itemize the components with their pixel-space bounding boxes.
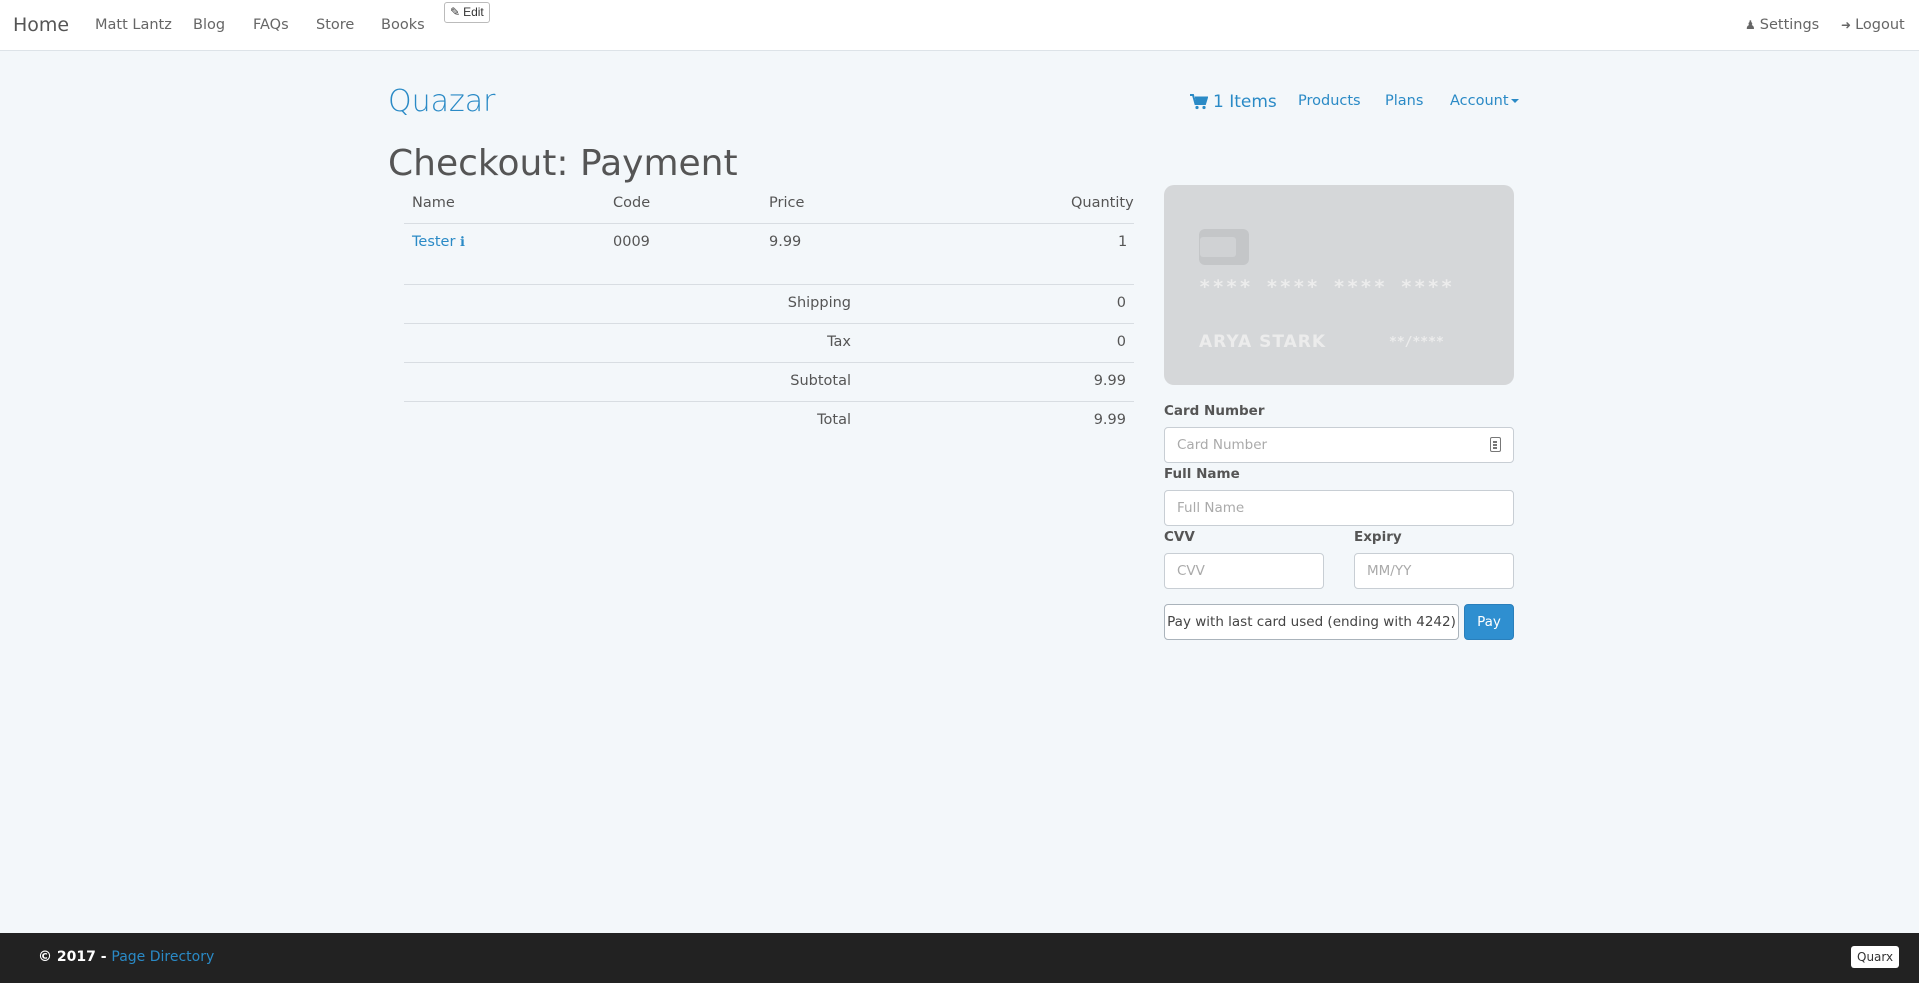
settings-label: Settings <box>1759 17 1820 33</box>
tax-label: Tax <box>827 334 851 350</box>
expiry-label: Expiry <box>1354 529 1402 545</box>
credit-card-icon <box>1490 437 1501 452</box>
product-name: Tester <box>412 234 456 250</box>
account-label: Account <box>1450 93 1509 109</box>
logout-link[interactable]: ➜ Logout <box>1841 17 1905 33</box>
card-expiry-display: **/**** <box>1389 335 1444 350</box>
pay-button[interactable]: Pay <box>1464 604 1514 640</box>
nav-link-matt-lantz[interactable]: Matt Lantz <box>95 17 172 33</box>
summary-divider <box>404 323 1134 324</box>
sign-out-icon: ➜ <box>1841 18 1852 32</box>
nav-link-books[interactable]: Books <box>381 17 425 33</box>
quarx-badge[interactable]: Quarx <box>1851 946 1900 968</box>
column-header-price: Price <box>769 195 805 211</box>
copyright-text: © 2017 - <box>38 949 107 965</box>
footer-copyright: © 2017 - Page Directory <box>38 949 214 965</box>
summary-divider <box>404 401 1134 402</box>
info-icon: ℹ <box>460 235 465 250</box>
card-holder-display: ARYA STARK <box>1199 332 1327 352</box>
pay-with-last-card-button[interactable]: Pay with last card used (ending with 424… <box>1164 604 1459 640</box>
summary-divider <box>404 362 1134 363</box>
home-link[interactable]: Home <box>13 14 69 36</box>
page-title: Checkout: Payment <box>388 143 738 184</box>
edit-button-label: Edit <box>463 5 484 19</box>
card-number-label: Card Number <box>1164 403 1265 419</box>
nav-link-blog[interactable]: Blog <box>193 17 225 33</box>
nav-link-store[interactable]: Store <box>316 17 354 33</box>
account-dropdown[interactable]: Account <box>1450 93 1519 109</box>
shopping-cart-icon <box>1190 94 1208 110</box>
settings-link[interactable]: ♟ Settings <box>1745 17 1819 33</box>
nav-link-faqs[interactable]: FAQs <box>253 17 289 33</box>
store-title[interactable]: Quazar <box>388 84 495 119</box>
product-code: 0009 <box>613 234 650 250</box>
cart-count-label: 1 Items <box>1213 92 1277 112</box>
edit-button[interactable]: ✎ Edit <box>444 2 490 23</box>
product-quantity: 1 <box>1118 234 1128 250</box>
column-header-quantity: Quantity <box>1071 195 1134 211</box>
column-header-code: Code <box>613 195 651 211</box>
user-icon: ♟ <box>1745 18 1756 32</box>
subtotal-label: Subtotal <box>790 373 851 389</box>
logout-label: Logout <box>1855 17 1905 33</box>
table-header-divider <box>404 223 1134 224</box>
total-value: 9.99 <box>1093 412 1126 428</box>
expiry-field[interactable] <box>1354 553 1514 589</box>
cvv-field[interactable] <box>1164 553 1324 589</box>
caret-down-icon <box>1510 99 1519 103</box>
product-price: 9.99 <box>769 234 802 250</box>
footer: © 2017 - Page Directory Quarx <box>0 933 1919 983</box>
shipping-label: Shipping <box>787 295 851 311</box>
full-name-label: Full Name <box>1164 466 1240 482</box>
column-header-name: Name <box>412 195 455 211</box>
card-number-display: **** **** **** **** <box>1199 276 1455 298</box>
plans-link[interactable]: Plans <box>1385 93 1423 109</box>
credit-card-preview: **** **** **** **** ARYA STARK **/**** <box>1164 185 1514 385</box>
full-name-field[interactable] <box>1164 490 1514 526</box>
card-number-field[interactable] <box>1164 427 1514 463</box>
page-directory-link[interactable]: Page Directory <box>111 949 214 965</box>
tax-value: 0 <box>1116 334 1126 350</box>
pencil-icon: ✎ <box>450 5 461 19</box>
cart-link[interactable]: 1 Items <box>1190 92 1277 112</box>
shipping-value: 0 <box>1116 295 1126 311</box>
products-link[interactable]: Products <box>1298 93 1361 109</box>
subtotal-value: 9.99 <box>1093 373 1126 389</box>
product-link[interactable]: Tester ℹ <box>412 234 465 250</box>
summary-divider <box>404 284 1134 285</box>
total-label: Total <box>817 412 851 428</box>
cvv-label: CVV <box>1164 529 1195 545</box>
top-navbar: Home Matt Lantz Blog FAQs Store Books ✎ … <box>0 0 1919 51</box>
